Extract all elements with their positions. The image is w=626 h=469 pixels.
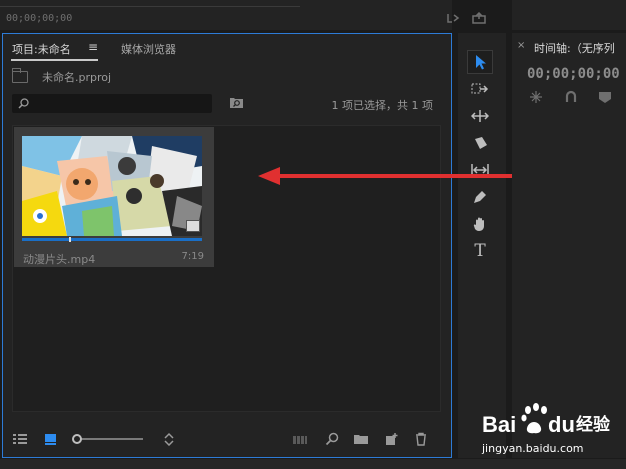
close-tab-icon[interactable]: × <box>517 40 525 51</box>
project-file-name: 未命名.prproj <box>42 71 112 84</box>
svg-text:du: du <box>548 412 575 437</box>
clip-name: 动漫片头.mp4 <box>23 253 96 266</box>
source-timecode: 00;00;00;00 <box>6 13 73 24</box>
clip-type-badge-icon <box>186 220 200 232</box>
hand-tool[interactable] <box>467 212 493 236</box>
linked-selection-icon[interactable] <box>564 90 578 104</box>
search-icon <box>18 98 29 109</box>
track-select-tool[interactable] <box>467 77 493 101</box>
divider <box>0 6 300 7</box>
automate-sequence-icon[interactable] <box>292 432 308 446</box>
ripple-edit-tool-icon <box>471 110 489 122</box>
project-panel: 项目:未命名 ≡ 媒体浏览器 未命名.prproj 1 项已选择，共 1 项 动… <box>2 33 452 458</box>
project-folder-icon <box>12 68 28 83</box>
program-monitor-panel <box>512 0 626 30</box>
active-tab-indicator <box>11 59 98 61</box>
new-bin-icon[interactable] <box>353 432 369 446</box>
selection-info: 1 项已选择，共 1 项 <box>331 99 434 112</box>
source-monitor-panel: 00;00;00;00 <box>0 0 486 30</box>
baidu-watermark: Bai du 经验 jingyan.baidu.com <box>480 398 626 460</box>
new-item-icon[interactable] <box>384 432 400 446</box>
snap-icon[interactable] <box>529 90 543 104</box>
list-view-icon[interactable] <box>12 432 28 446</box>
hand-tool-icon <box>473 217 484 231</box>
insert-icon[interactable] <box>446 12 460 24</box>
add-marker-icon[interactable] <box>598 90 612 104</box>
selection-tool-icon <box>476 55 486 70</box>
watermark-url: jingyan.baidu.com <box>482 442 584 455</box>
clip-duration: 7:19 <box>181 251 204 262</box>
status-bar <box>0 459 626 469</box>
search-input[interactable] <box>12 94 212 113</box>
clip-scrub-bar[interactable] <box>22 238 202 241</box>
clip-scrub-head[interactable] <box>69 237 71 242</box>
clip-item[interactable]: 动漫片头.mp4 7:19 <box>14 127 214 267</box>
find-in-bin-icon[interactable] <box>229 96 244 109</box>
svg-text:经验: 经验 <box>576 414 611 435</box>
zoom-slider-thumb[interactable] <box>72 434 82 444</box>
tab-media-browser[interactable]: 媒体浏览器 <box>121 41 176 57</box>
razor-tool-icon <box>475 137 487 149</box>
tab-project[interactable]: 项目:未命名 <box>12 41 71 57</box>
export-frame-icon[interactable] <box>472 11 486 24</box>
panel-menu-icon[interactable]: ≡ <box>88 40 98 54</box>
tools-panel: T <box>458 33 506 458</box>
type-tool[interactable]: T <box>467 239 493 263</box>
sort-icon[interactable] <box>161 432 177 446</box>
selection-tool[interactable] <box>467 50 493 74</box>
clear-icon[interactable] <box>413 432 429 446</box>
panel-tabs: 项目:未命名 ≡ 媒体浏览器 <box>3 34 451 61</box>
timeline-panel: × 时间轴:（无序列 00;00;00;00 <box>512 33 626 458</box>
type-tool-icon: T <box>474 241 486 261</box>
baidu-logo-icon: Bai du 经验 <box>482 403 611 437</box>
svg-text:Bai: Bai <box>482 412 516 437</box>
track-select-tool-icon <box>471 83 489 94</box>
zoom-slider-track[interactable] <box>75 438 143 440</box>
ripple-edit-tool[interactable] <box>467 104 493 128</box>
project-bottom-toolbar <box>3 424 451 454</box>
timeline-title[interactable]: 时间轴:（无序列 <box>534 40 615 56</box>
razor-tool[interactable] <box>467 131 493 155</box>
find-icon[interactable] <box>324 432 340 446</box>
annotation-arrow-icon <box>258 167 512 185</box>
timeline-timecode[interactable]: 00;00;00;00 <box>527 66 620 82</box>
icon-view-icon[interactable] <box>43 432 59 446</box>
pen-tool-icon <box>474 191 486 203</box>
clip-thumbnail[interactable] <box>22 136 202 236</box>
